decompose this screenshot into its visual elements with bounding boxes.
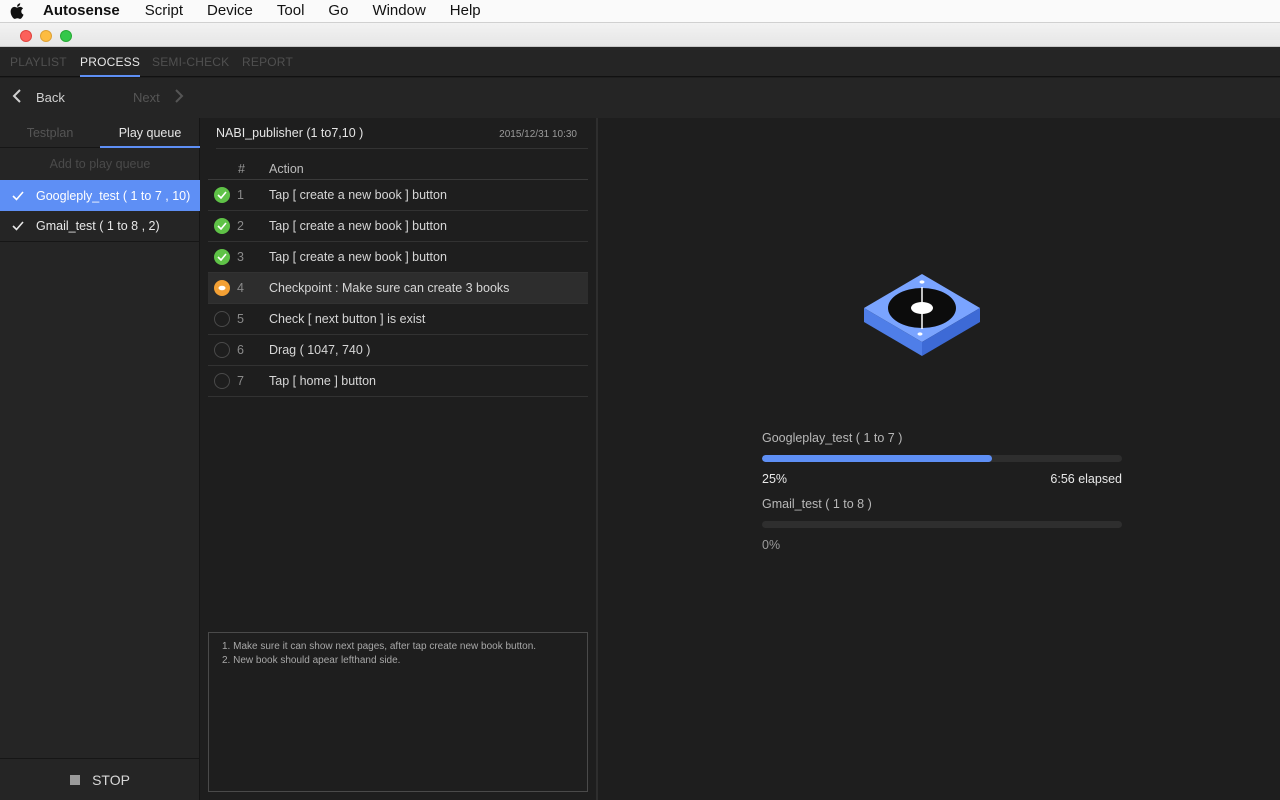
- left-panel: Testplan Play queue Add to play queue Go…: [0, 118, 200, 800]
- window-maximize-button[interactable]: [60, 30, 72, 42]
- device-icon: [860, 270, 984, 365]
- tab-playlist[interactable]: PLAYLIST: [10, 47, 67, 77]
- table-row[interactable]: 2 Tap [ create a new book ] button: [208, 211, 588, 242]
- left-tab-bar: Testplan Play queue: [0, 118, 200, 148]
- script-date: 2015/12/31 10:30: [499, 129, 577, 140]
- pending-circle-icon: [214, 373, 230, 389]
- table-row[interactable]: 5 Check [ next button ] is exist: [208, 304, 588, 335]
- action-panel: NABI_publisher (1 to7,10 ) 2015/12/31 10…: [200, 118, 596, 800]
- back-label: Back: [36, 90, 65, 105]
- menu-go[interactable]: Go: [316, 0, 360, 22]
- stop-icon: [70, 774, 81, 785]
- check-icon: [0, 190, 36, 201]
- progress-bar: [762, 521, 1122, 528]
- check-circle-icon: [214, 218, 230, 234]
- menu-bar: Autosense Script Device Tool Go Window H…: [0, 0, 1280, 22]
- window-close-button[interactable]: [20, 30, 32, 42]
- running-icon: [214, 280, 230, 296]
- menu-help[interactable]: Help: [438, 0, 493, 22]
- progress-fill: [762, 455, 993, 462]
- next-label: Next: [133, 90, 160, 105]
- row-action: Tap [ home ] button: [269, 374, 377, 388]
- stop-button[interactable]: STOP: [0, 758, 200, 800]
- queue-item[interactable]: Gmail_test ( 1 to 8 , 2): [0, 211, 200, 242]
- menu-tool[interactable]: Tool: [265, 0, 317, 22]
- table-row[interactable]: 3 Tap [ create a new book ] button: [208, 242, 588, 273]
- table-row[interactable]: 7 Tap [ home ] button: [208, 366, 588, 397]
- status-cell: [208, 280, 236, 296]
- status-cell: [208, 342, 236, 358]
- back-button[interactable]: Back: [12, 88, 65, 107]
- chevron-left-icon: [12, 88, 22, 107]
- progress-name: Googleplay_test ( 1 to 7 ): [762, 431, 903, 445]
- tab-semi-check[interactable]: SEMI-CHECK: [152, 47, 229, 77]
- app-name[interactable]: Autosense: [34, 0, 133, 22]
- tab-testplan[interactable]: Testplan: [0, 118, 100, 148]
- menu-device[interactable]: Device: [195, 0, 265, 22]
- check-circle-icon: [214, 249, 230, 265]
- status-cell: [208, 373, 236, 389]
- column-num: #: [238, 161, 245, 176]
- progress-percent: 0%: [762, 538, 781, 552]
- pending-circle-icon: [214, 342, 230, 358]
- progress-name: Gmail_test ( 1 to 8 ): [762, 497, 872, 511]
- check-circle-icon: [214, 187, 230, 203]
- nav-bar: Back Next: [0, 78, 1280, 118]
- chevron-right-icon: [174, 88, 184, 107]
- stop-label: STOP: [92, 771, 130, 788]
- window-minimize-button[interactable]: [40, 30, 52, 42]
- row-number: 1: [237, 188, 244, 202]
- row-number: 5: [237, 312, 244, 326]
- menu-window[interactable]: Window: [360, 0, 437, 22]
- window-titlebar: [0, 22, 1280, 47]
- progress-elapsed: 6:56 elapsed: [1050, 472, 1122, 486]
- action-table: # Action 1 Tap [ create a new book ] butt…: [208, 158, 588, 397]
- tab-report[interactable]: REPORT: [242, 47, 293, 77]
- status-cell: [208, 249, 236, 265]
- pending-circle-icon: [214, 311, 230, 327]
- table-row[interactable]: 4 Checkpoint : Make sure can create 3 boo…: [208, 273, 588, 304]
- note-line: 1. Make sure it can show next pages, aft…: [222, 641, 537, 652]
- table-row[interactable]: 6 Drag ( 1047, 740 ): [208, 335, 588, 366]
- row-action: Drag ( 1047, 740 ): [269, 343, 371, 357]
- status-cell: [208, 311, 236, 327]
- queue-item-label: Googleply_test ( 1 to 7 , 10): [36, 188, 191, 203]
- row-number: 6: [237, 343, 244, 357]
- row-number: 2: [237, 219, 244, 233]
- next-button[interactable]: Next: [133, 88, 184, 107]
- row-number: 4: [237, 281, 244, 295]
- status-cell: [208, 218, 236, 234]
- queue-item[interactable]: Googleply_test ( 1 to 7 , 10): [0, 180, 200, 211]
- row-action: Check [ next button ] is exist: [269, 312, 426, 326]
- row-action: Tap [ create a new book ] button: [269, 250, 447, 264]
- tab-play-queue[interactable]: Play queue: [100, 118, 200, 148]
- tab-process[interactable]: PROCESS: [80, 47, 141, 77]
- check-icon: [0, 221, 36, 231]
- checkpoint-notes: 1. Make sure it can show next pages, aft…: [208, 632, 588, 792]
- table-row[interactable]: 1 Tap [ create a new book ] button: [208, 180, 588, 211]
- top-tab-bar: PLAYLIST PROCESS SEMI-CHECK REPORT: [0, 47, 1280, 77]
- apple-icon[interactable]: [0, 3, 34, 19]
- action-table-header: # Action: [208, 158, 588, 180]
- column-action: Action: [269, 161, 304, 176]
- script-title: NABI_publisher (1 to7,10 ): [216, 126, 364, 140]
- row-action: Tap [ create a new book ] button: [269, 219, 447, 233]
- row-number: 3: [237, 250, 244, 264]
- queue-item-label: Gmail_test ( 1 to 8 , 2): [36, 219, 160, 233]
- row-action: Tap [ create a new book ] button: [269, 188, 447, 202]
- row-action: Checkpoint : Make sure can create 3 book…: [269, 281, 510, 295]
- action-panel-header: NABI_publisher (1 to7,10 ) 2015/12/31 10…: [216, 118, 588, 149]
- progress-bar: [762, 455, 1122, 462]
- row-number: 7: [237, 374, 244, 388]
- note-line: 2. New book should apear lefthand side.: [222, 655, 401, 666]
- menu-script[interactable]: Script: [133, 0, 195, 22]
- status-cell: [208, 187, 236, 203]
- add-to-queue-button[interactable]: Add to play queue: [0, 149, 200, 180]
- progress-panel: Googleplay_test ( 1 to 7 ) 25% 6:56 elap…: [598, 118, 1280, 800]
